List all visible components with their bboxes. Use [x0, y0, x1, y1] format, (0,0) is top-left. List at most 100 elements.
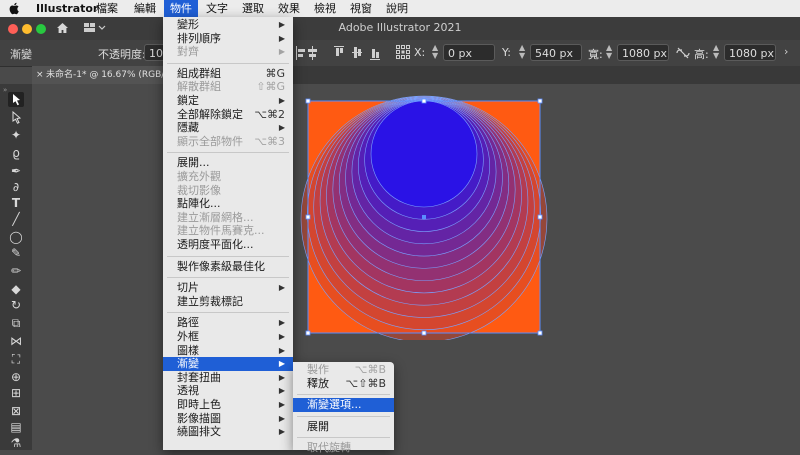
width-tool-icon[interactable]: ⋈ [8, 334, 24, 349]
scale-tool-icon[interactable]: ⧉ [8, 316, 24, 331]
menu-item-label: 展開... [177, 156, 210, 170]
menu-item[interactable]: 透視 ▶ [163, 384, 293, 398]
direct-selection-tool-icon[interactable] [8, 110, 24, 125]
app-title: Adobe Illustrator 2021 [338, 21, 462, 34]
perspective-grid-tool-icon[interactable]: ⊞ [8, 386, 24, 401]
menu-select[interactable]: 選取 [236, 0, 270, 17]
width-label: 寬: [588, 48, 603, 61]
menu-item[interactable]: 製作像素級最佳化 [163, 260, 293, 274]
artwork[interactable] [300, 95, 550, 340]
menu-item[interactable]: 即時上色 ▶ [163, 398, 293, 412]
opacity-label: 不透明度: [98, 48, 146, 61]
selection-type-label: 漸變 [10, 48, 32, 61]
menu-item-shortcut: ⌥⌘3 [254, 134, 285, 148]
menu-item[interactable]: 路徑 ▶ [163, 316, 293, 330]
menu-separator [297, 394, 390, 396]
more-options-icon[interactable]: › [784, 45, 788, 58]
menu-item-label: 建立漸層網格... [177, 210, 254, 224]
menu-item-label: 繞圖排文 [177, 425, 221, 439]
x-stepper[interactable]: ▲ ▼ [432, 44, 442, 61]
blend-step-circle [370, 100, 478, 208]
menu-item[interactable]: 漸變選項... [293, 398, 394, 412]
pen-tool-icon[interactable]: ✒ [8, 164, 24, 179]
selection-tool-icon[interactable] [8, 92, 24, 107]
x-field[interactable]: 0 px [443, 44, 495, 61]
menu-effect[interactable]: 效果 [272, 0, 306, 17]
type-tool-icon[interactable]: T [8, 196, 24, 211]
menu-edit[interactable]: 編輯 [128, 0, 162, 17]
menu-item[interactable]: 變形 ▶ [163, 18, 293, 32]
collapse-panel-icon[interactable]: » [3, 86, 7, 94]
menu-help[interactable]: 說明 [380, 0, 414, 17]
menu-type[interactable]: 文字 [200, 0, 234, 17]
menu-item[interactable]: 建立剪裁標記 [163, 295, 293, 309]
free-transform-tool-icon[interactable]: ⛶ [8, 352, 24, 367]
constrain-proportions-icon[interactable] [676, 47, 690, 59]
magic-wand-tool-icon[interactable]: ✦ [8, 128, 24, 143]
curvature-tool-icon[interactable]: ∂ [8, 180, 24, 195]
menu-item[interactable]: 點陣化... [163, 197, 293, 211]
y-stepper[interactable]: ▲ ▼ [519, 44, 529, 61]
app-bar: Adobe Illustrator 2021 [0, 17, 800, 40]
menu-file[interactable]: 檔案 [90, 0, 124, 17]
reference-point-icon[interactable] [396, 45, 410, 59]
gradient-tool-icon[interactable]: ▤ [8, 420, 24, 435]
menu-item-label: 取代旋轉 [307, 441, 351, 455]
eyedropper-tool-icon[interactable]: ⚗ [8, 436, 24, 451]
line-tool-icon[interactable]: ╱ [8, 212, 24, 227]
menu-item-label: 影像描圖 [177, 411, 221, 425]
y-field[interactable]: 540 px [530, 44, 582, 61]
menu-item[interactable]: 排列順序 ▶ [163, 32, 293, 46]
lasso-tool-icon[interactable]: ϱ [8, 146, 24, 161]
menu-item[interactable]: 展開 [293, 420, 394, 434]
menu-item[interactable]: 透明度平面化... [163, 238, 293, 252]
document-tab-title: 未命名-1* @ 16.67% (RGB/預覽) [46, 70, 164, 80]
mesh-tool-icon[interactable]: ⊠ [8, 404, 24, 419]
menu-item: 顯示全部物件 ⌥⌘3 [163, 135, 293, 149]
align-icons[interactable] [296, 46, 396, 60]
menu-item[interactable]: 繞圖排文 ▶ [163, 425, 293, 439]
menu-separator [167, 277, 289, 279]
menu-item[interactable]: 切片 ▶ [163, 281, 293, 295]
menu-item[interactable]: 展開... [163, 156, 293, 170]
menu-item: 建立物件馬賽克... [163, 224, 293, 238]
menu-item[interactable]: 組成群組 ⌘G [163, 67, 293, 81]
menu-item-label: 路徑 [177, 316, 199, 330]
menu-object[interactable]: 物件 [164, 0, 198, 17]
paintbrush-tool-icon[interactable]: ✎ [8, 246, 24, 261]
menu-item-shortcut: ⌥⌘2 [254, 107, 285, 121]
menu-item[interactable]: 封套扭曲 ▶ [163, 371, 293, 385]
height-label: 高: [694, 48, 709, 61]
menu-item[interactable]: 釋放 ⌥⇧⌘B [293, 377, 394, 391]
submenu-arrow-icon: ▶ [278, 96, 285, 105]
menu-item[interactable]: 漸變 ▶ [163, 357, 293, 371]
menu-separator [167, 312, 289, 314]
width-stepper[interactable]: ▲ ▼ [606, 44, 616, 61]
ellipse-tool-icon[interactable]: ◯ [8, 230, 24, 245]
menu-item-label: 解散群組 [177, 80, 221, 94]
menu-view[interactable]: 檢視 [308, 0, 342, 17]
height-stepper[interactable]: ▲ ▼ [713, 44, 723, 61]
menu-window[interactable]: 視窗 [344, 0, 378, 17]
menu-item[interactable]: 影像描圖 ▶ [163, 412, 293, 426]
close-tab-icon[interactable]: × [36, 66, 44, 84]
menu-item[interactable]: 外框 ▶ [163, 330, 293, 344]
menu-item[interactable]: 隱藏 ▶ [163, 121, 293, 135]
apple-icon[interactable] [8, 2, 20, 15]
document-tab[interactable]: × 未命名-1* @ 16.67% (RGB/預覽) [32, 66, 164, 84]
menu-item[interactable]: 鎖定 ▶ [163, 94, 293, 108]
eraser-tool-icon[interactable]: ◆ [8, 282, 24, 297]
shaper-tool-icon[interactable]: ✏ [8, 264, 24, 279]
submenu-arrow-icon: ▶ [278, 427, 285, 437]
menu-item[interactable]: 圖樣 ▶ [163, 344, 293, 358]
menu-item[interactable]: 全部解除鎖定 ⌥⌘2 [163, 108, 293, 122]
width-field[interactable]: 1080 px [617, 44, 669, 61]
menu-item-label: 擴充外觀 [177, 170, 221, 183]
menu-separator [167, 152, 289, 154]
menu-item: 取代旋轉 [293, 441, 394, 455]
shape-builder-tool-icon[interactable]: ⊕ [8, 370, 24, 385]
menu-item-label: 全部解除鎖定 [177, 107, 243, 121]
height-field[interactable]: 1080 px [724, 44, 776, 61]
rotate-tool-icon[interactable]: ↻ [8, 298, 24, 313]
menu-item: 製作 ⌥⌘B [293, 363, 394, 377]
